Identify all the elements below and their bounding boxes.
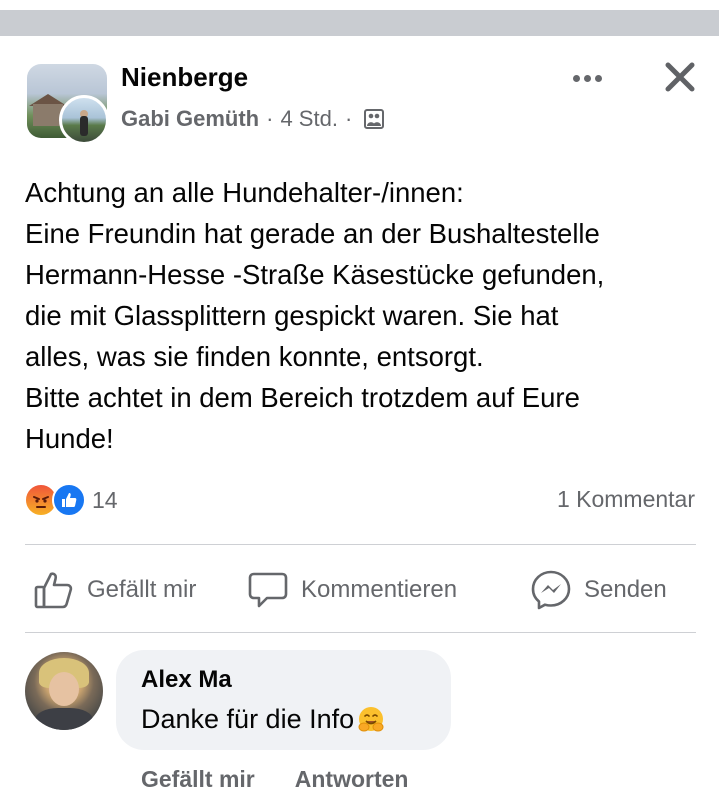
author-avatar[interactable]: [59, 95, 109, 145]
divider: [25, 544, 696, 545]
meta-separator: ·: [344, 106, 353, 131]
post-text-line: Hunde!: [25, 423, 114, 454]
like-reaction-icon: [52, 483, 86, 517]
thumbs-up-icon: [34, 572, 73, 609]
top-status-bar: [0, 10, 719, 36]
dot-icon: [572, 74, 580, 82]
reaction-count: 14: [92, 486, 118, 513]
post-text-line: Bitte achtet in dem Bereich trotzdem auf…: [25, 382, 580, 413]
post-text-line: alles, was sie finden konnte, entsorgt.: [25, 341, 484, 372]
avatar-body-shape: [35, 708, 93, 730]
comment-count-link[interactable]: 1 Kommentar: [557, 486, 695, 513]
avatar-face-shape: [49, 672, 79, 706]
group-name[interactable]: Nienberge: [121, 62, 248, 93]
comment-actions: Gefällt mir Antworten: [141, 766, 408, 793]
messenger-icon: [531, 570, 571, 610]
dot-icon: [594, 74, 602, 82]
speech-bubble-icon: [248, 572, 288, 608]
author-name[interactable]: Gabi Gemüth: [121, 106, 259, 132]
post-meta: Gabi Gemüth · 4 Std. ·: [121, 106, 385, 132]
post-text-line: Eine Freundin hat gerade an der Bushalte…: [25, 218, 600, 249]
divider: [25, 632, 696, 633]
comment-button[interactable]: Kommentieren: [247, 566, 457, 614]
comment-bubble: Alex Ma Danke für die Info: [116, 650, 451, 750]
post-text-line: Hermann-Hesse -Straße Käsestücke gefunde…: [25, 259, 605, 290]
send-button-label: Senden: [584, 576, 667, 603]
like-button-label: Gefällt mir: [87, 576, 197, 603]
reactions-summary[interactable]: 14: [24, 483, 118, 517]
more-options-button[interactable]: [566, 68, 608, 88]
post-time[interactable]: 4 Std.: [280, 106, 337, 132]
send-button[interactable]: Senden: [530, 566, 667, 614]
post-text-line: die mit Glassplittern gespickt waren. Si…: [25, 300, 559, 331]
comment-button-label: Kommentieren: [301, 576, 458, 603]
smiling-face-with-open-hands-icon: [358, 706, 384, 731]
comment-author[interactable]: Alex Ma: [141, 666, 232, 694]
comment-like-button[interactable]: Gefällt mir: [141, 766, 255, 793]
avatar-person-body: [80, 116, 88, 136]
group-privacy-icon: [364, 109, 385, 129]
close-icon[interactable]: [660, 57, 700, 97]
comment-text: Danke für die Info: [141, 704, 386, 735]
dot-icon: [583, 74, 591, 82]
like-button[interactable]: Gefällt mir: [33, 566, 196, 614]
post-text: Achtung an alle Hundehalter-/innen: Eine…: [25, 172, 705, 459]
comment-reply-button[interactable]: Antworten: [295, 766, 409, 793]
post-text-line: Achtung an alle Hundehalter-/innen:: [25, 177, 464, 208]
meta-separator: ·: [266, 106, 274, 131]
commenter-avatar[interactable]: [25, 652, 103, 730]
comment-text-content: Danke für die Info: [141, 704, 355, 734]
thumbs-up-icon: [62, 493, 77, 507]
